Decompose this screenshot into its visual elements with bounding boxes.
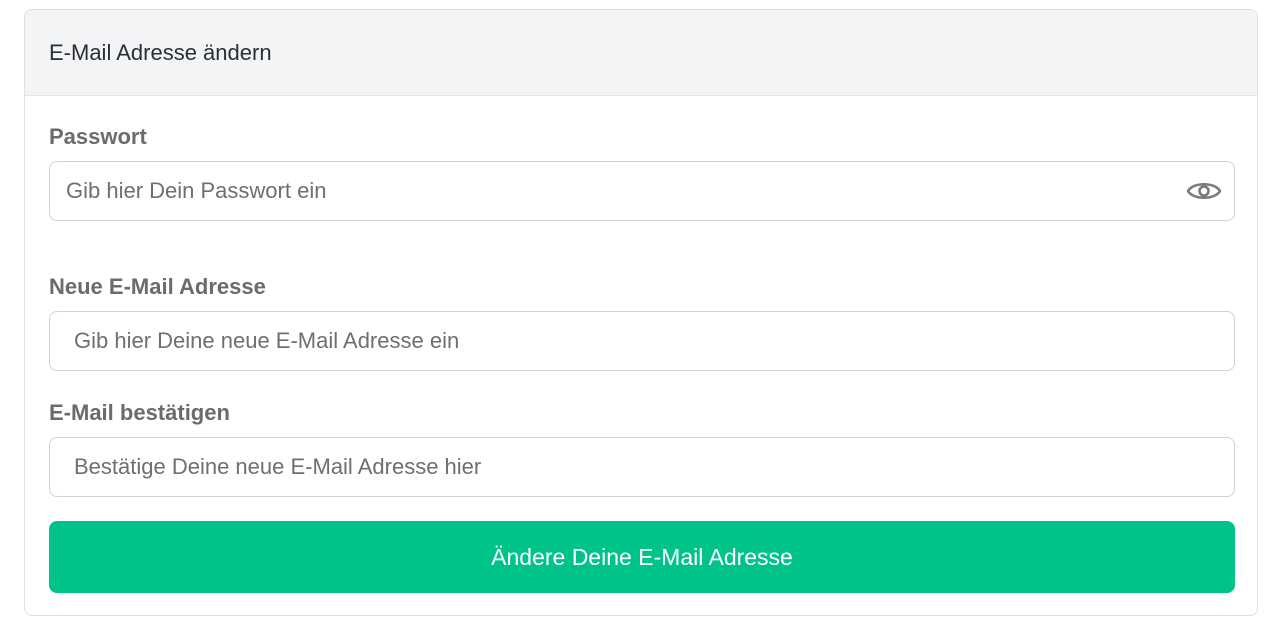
- confirm-email-input[interactable]: [50, 438, 1234, 496]
- confirm-email-field-wrapper: [49, 437, 1235, 497]
- change-email-card: E-Mail Adresse ändern Passwort Neue E-Ma…: [24, 9, 1258, 616]
- card-header: E-Mail Adresse ändern: [25, 10, 1257, 96]
- password-input[interactable]: [50, 162, 1234, 220]
- new-email-input[interactable]: [50, 312, 1234, 370]
- new-email-field-wrapper: [49, 311, 1235, 371]
- eye-icon: [1186, 182, 1222, 200]
- password-field-wrapper: [49, 161, 1235, 221]
- new-email-label: Neue E-Mail Adresse: [49, 274, 266, 299]
- card-title: E-Mail Adresse ändern: [49, 39, 272, 65]
- confirm-email-label: E-Mail bestätigen: [49, 400, 230, 425]
- change-email-button[interactable]: Ändere Deine E-Mail Adresse: [49, 521, 1235, 593]
- password-label: Passwort: [49, 124, 147, 149]
- show-password-toggle[interactable]: [1184, 173, 1224, 209]
